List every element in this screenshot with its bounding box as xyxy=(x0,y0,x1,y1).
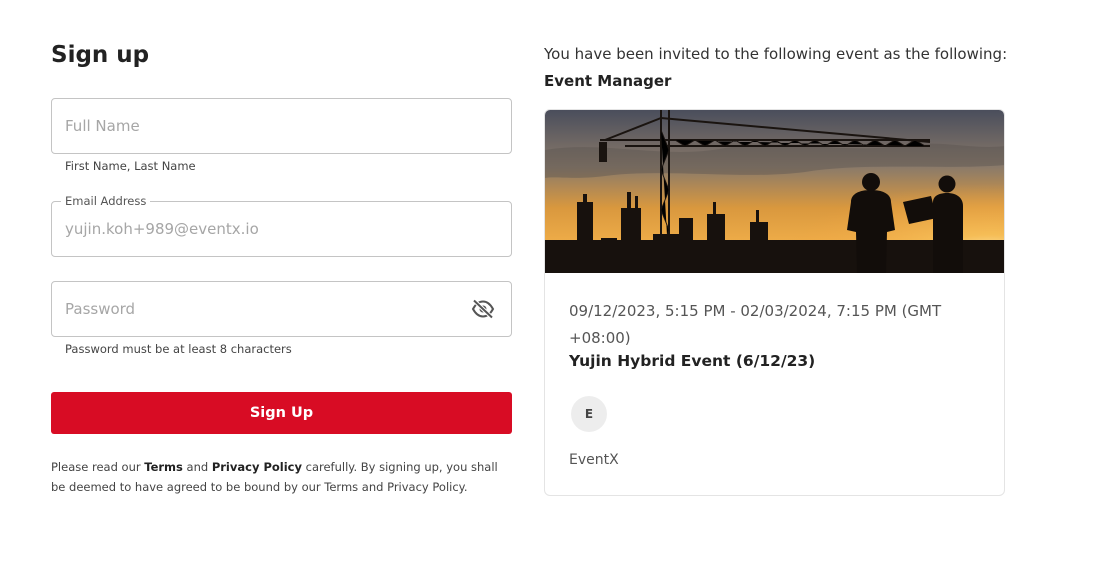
organizer-avatar: E xyxy=(571,396,607,432)
password-input[interactable] xyxy=(65,282,465,336)
organizer-name: EventX xyxy=(569,452,619,468)
invitation-role: Event Manager xyxy=(544,72,672,90)
event-card: 09/12/2023, 5:15 PM - 02/03/2024, 7:15 P… xyxy=(544,109,1005,496)
legal-notice: Please read our Terms and Privacy Policy… xyxy=(51,460,498,494)
full-name-helper: First Name, Last Name xyxy=(65,159,196,173)
event-date: 09/12/2023, 5:15 PM - 02/03/2024, 7:15 P… xyxy=(569,302,942,347)
password-helper: Password must be at least 8 characters xyxy=(65,342,292,356)
password-field[interactable] xyxy=(51,281,512,337)
email-field[interactable]: Email Address xyxy=(51,194,512,257)
sign-up-button[interactable]: Sign Up xyxy=(51,392,512,434)
eye-off-icon[interactable] xyxy=(471,299,495,319)
event-name: Yujin Hybrid Event (6/12/23) xyxy=(569,352,816,370)
event-cover-image xyxy=(545,110,1004,273)
email-input[interactable] xyxy=(65,202,465,256)
full-name-field[interactable] xyxy=(51,98,512,154)
invitation-text: You have been invited to the following e… xyxy=(544,45,1008,63)
page-title: Sign up xyxy=(51,42,150,68)
terms-link[interactable]: Terms xyxy=(144,460,183,474)
privacy-policy-link[interactable]: Privacy Policy xyxy=(212,460,302,474)
full-name-input[interactable] xyxy=(65,99,465,153)
